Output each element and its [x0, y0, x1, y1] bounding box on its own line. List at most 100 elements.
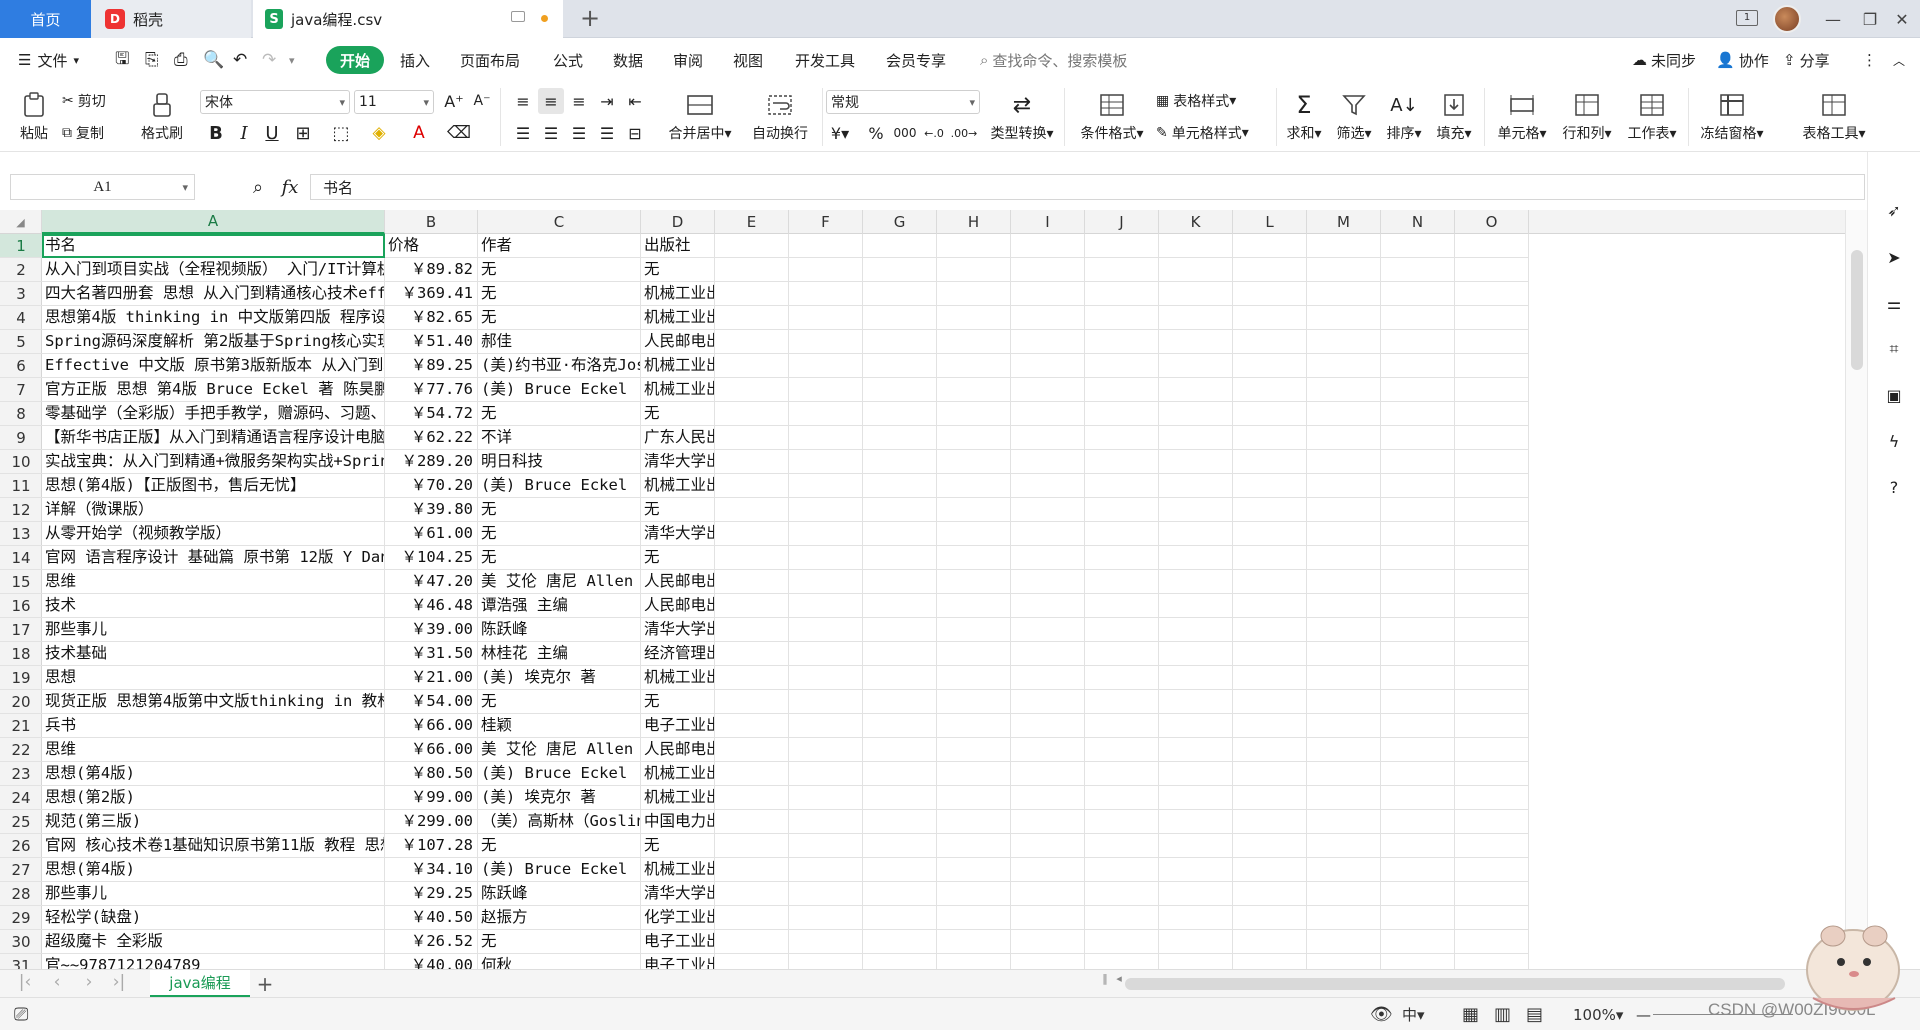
table-cell[interactable]: [1011, 354, 1085, 378]
header-cell[interactable]: [789, 234, 863, 258]
table-cell[interactable]: [1233, 498, 1307, 522]
row-header[interactable]: 2: [0, 258, 42, 282]
table-cell[interactable]: （美）高斯林（Gosling: [478, 810, 641, 834]
tab-daoke[interactable]: D 稻壳: [91, 0, 251, 38]
table-cell[interactable]: [1011, 546, 1085, 570]
column-header-f[interactable]: F: [789, 210, 863, 234]
table-cell[interactable]: [1455, 690, 1529, 714]
table-cell[interactable]: [1307, 306, 1381, 330]
table-cell[interactable]: [1011, 426, 1085, 450]
row-header[interactable]: 12: [0, 498, 42, 522]
table-cell[interactable]: 广东人民出版社: [641, 426, 715, 450]
table-cell[interactable]: [1307, 930, 1381, 954]
table-cell[interactable]: [1307, 882, 1381, 906]
table-cell[interactable]: ￥47.20: [385, 570, 478, 594]
table-cell[interactable]: [1159, 738, 1233, 762]
table-cell[interactable]: [1159, 570, 1233, 594]
row-header[interactable]: 29: [0, 906, 42, 930]
table-cell[interactable]: [1085, 930, 1159, 954]
table-cell[interactable]: [937, 738, 1011, 762]
table-cell[interactable]: 无: [478, 522, 641, 546]
table-cell[interactable]: [789, 738, 863, 762]
table-cell[interactable]: [1085, 858, 1159, 882]
table-cell[interactable]: [1455, 786, 1529, 810]
redo-icon[interactable]: ↷: [262, 38, 276, 82]
format-painter-button[interactable]: 格式刷: [134, 86, 190, 148]
table-cell[interactable]: 中国电力出版社: [641, 810, 715, 834]
table-cell[interactable]: [1381, 858, 1455, 882]
table-cell[interactable]: 人民邮电出版社: [641, 570, 715, 594]
table-cell[interactable]: [863, 594, 937, 618]
table-cell[interactable]: [1011, 738, 1085, 762]
row-header[interactable]: 27: [0, 858, 42, 882]
table-cell[interactable]: 电子工业出版社: [641, 930, 715, 954]
table-cell[interactable]: [863, 762, 937, 786]
table-cell[interactable]: 思想(第4版): [42, 762, 385, 786]
table-cell[interactable]: [1455, 426, 1529, 450]
sheet-tab-java[interactable]: java编程: [150, 970, 250, 997]
table-cell[interactable]: [1381, 714, 1455, 738]
sync-status[interactable]: ☁ 未同步: [1632, 38, 1696, 82]
collab-button[interactable]: 👤 协作: [1716, 38, 1769, 82]
table-cell[interactable]: [789, 642, 863, 666]
table-cell[interactable]: [1233, 906, 1307, 930]
normal-view-icon[interactable]: ▦: [1462, 998, 1479, 1030]
table-cell[interactable]: [937, 714, 1011, 738]
row-header[interactable]: 6: [0, 354, 42, 378]
header-cell[interactable]: [1085, 234, 1159, 258]
table-cell[interactable]: [1307, 690, 1381, 714]
table-cell[interactable]: [937, 666, 1011, 690]
table-cell[interactable]: 人民邮电出版社: [641, 738, 715, 762]
table-cell[interactable]: [1455, 714, 1529, 738]
table-cell[interactable]: [1011, 714, 1085, 738]
table-cell[interactable]: [1233, 930, 1307, 954]
table-cell[interactable]: [1381, 282, 1455, 306]
table-cell[interactable]: 思想(第4版)【正版图书，售后无忧】: [42, 474, 385, 498]
table-cell[interactable]: [863, 930, 937, 954]
table-cell[interactable]: [863, 282, 937, 306]
table-cell[interactable]: [1085, 450, 1159, 474]
table-cell[interactable]: (美) 埃克尔 著: [478, 786, 641, 810]
wrap-text-button[interactable]: 自动换行: [742, 86, 818, 148]
table-cell[interactable]: [863, 714, 937, 738]
currency-icon[interactable]: ¥▾: [826, 120, 854, 146]
menu-dev[interactable]: 开发工具: [795, 38, 855, 82]
zoom-out-icon[interactable]: —: [1636, 998, 1651, 1030]
table-cell[interactable]: [863, 666, 937, 690]
table-cell[interactable]: (美) Bruce Eckel: [478, 378, 641, 402]
table-cell[interactable]: [715, 954, 789, 969]
table-cell[interactable]: [789, 906, 863, 930]
column-header-a[interactable]: A: [42, 210, 385, 234]
table-cell[interactable]: [1455, 498, 1529, 522]
table-cell[interactable]: [1085, 882, 1159, 906]
input-lang[interactable]: 中 ▾: [1402, 998, 1425, 1030]
table-cell[interactable]: [1307, 786, 1381, 810]
table-cell[interactable]: [1159, 426, 1233, 450]
table-cell[interactable]: [1159, 474, 1233, 498]
table-cell[interactable]: [937, 570, 1011, 594]
table-cell[interactable]: [1307, 762, 1381, 786]
table-cell[interactable]: [1233, 786, 1307, 810]
table-cell[interactable]: [1159, 594, 1233, 618]
increase-decimal-icon[interactable]: ←.0: [920, 120, 948, 146]
table-cell[interactable]: [715, 570, 789, 594]
header-cell[interactable]: [1381, 234, 1455, 258]
table-cell[interactable]: [1381, 810, 1455, 834]
table-cell[interactable]: [789, 570, 863, 594]
table-cell[interactable]: [1085, 714, 1159, 738]
table-cell[interactable]: 不详: [478, 426, 641, 450]
table-cell[interactable]: [1159, 906, 1233, 930]
table-cell[interactable]: 清华大学出版社: [641, 882, 715, 906]
table-cell[interactable]: [1011, 378, 1085, 402]
table-cell[interactable]: ￥46.48: [385, 594, 478, 618]
table-cell[interactable]: [1455, 906, 1529, 930]
table-cell[interactable]: ￥89.25: [385, 354, 478, 378]
name-box[interactable]: A1: [10, 174, 195, 200]
table-cell[interactable]: [1307, 474, 1381, 498]
row-header[interactable]: 25: [0, 810, 42, 834]
row-header[interactable]: 11: [0, 474, 42, 498]
table-cell[interactable]: [863, 402, 937, 426]
table-cell[interactable]: 机械工业出版社: [641, 354, 715, 378]
column-header-n[interactable]: N: [1381, 210, 1455, 234]
align-top-icon[interactable]: ≡: [510, 88, 536, 114]
